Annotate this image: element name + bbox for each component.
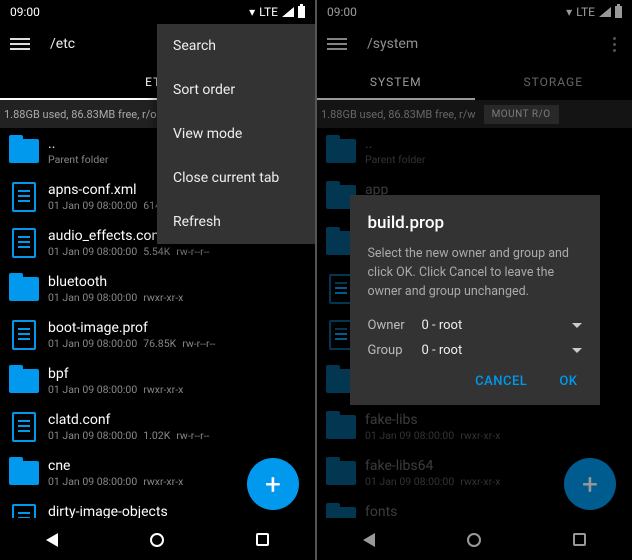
file-name: dirty-image-objects <box>48 504 215 518</box>
status-bar: 09:00 ▾ LTE <box>0 0 315 24</box>
phone-left: 09:00 ▾ LTE /etc ETC 1.88GB used, 86.83M… <box>0 0 315 560</box>
chevron-down-icon <box>572 323 582 328</box>
file-name: cne <box>48 458 189 475</box>
folder-icon <box>9 277 39 301</box>
file-meta: 01 Jan 09 08:00:00rwxr-xr-x <box>48 475 189 488</box>
file-icon <box>12 504 36 518</box>
list-item[interactable]: bluetooth01 Jan 09 08:00:00rwxr-xr-x <box>0 266 315 312</box>
group-label: Group <box>368 343 422 358</box>
file-name: bluetooth <box>48 274 189 291</box>
file-meta: 01 Jan 09 08:00:0076.85Krw-r--r-- <box>48 337 221 350</box>
menu-item[interactable]: Search <box>157 24 315 68</box>
battery-icon <box>298 6 305 18</box>
owner-dialog: build.prop Select the new owner and grou… <box>350 195 600 404</box>
file-meta: 01 Jan 09 08:00:00rwxr-xr-x <box>48 291 189 304</box>
file-name: boot-image.prof <box>48 320 221 337</box>
overflow-menu: SearchSort orderView modeClose current t… <box>157 24 315 244</box>
file-icon <box>12 320 36 350</box>
group-row[interactable]: Group 0 - root <box>368 343 582 358</box>
menu-item[interactable]: Sort order <box>157 68 315 112</box>
file-meta: 01 Jan 09 08:00:00rwxr-xr-x <box>48 383 189 396</box>
dialog-message: Select the new owner and group and click… <box>368 245 582 301</box>
list-item[interactable]: boot-image.prof01 Jan 09 08:00:0076.85Kr… <box>0 312 315 358</box>
wifi-icon: ▾ <box>249 5 255 19</box>
menu-icon[interactable] <box>10 38 30 50</box>
menu-item[interactable]: Refresh <box>157 200 315 244</box>
dialog-actions: CANCEL OK <box>368 368 582 395</box>
file-name: clatd.conf <box>48 412 215 429</box>
file-icon <box>12 412 36 442</box>
folder-icon <box>9 461 39 485</box>
clock: 09:00 <box>10 5 40 19</box>
menu-item[interactable]: Close current tab <box>157 156 315 200</box>
owner-row[interactable]: Owner 0 - root <box>368 318 582 333</box>
nav-recent-icon[interactable] <box>256 533 269 546</box>
owner-value: 0 - root <box>422 318 572 333</box>
chevron-down-icon <box>572 348 582 353</box>
nav-home-icon[interactable] <box>150 533 164 547</box>
owner-label: Owner <box>368 318 422 333</box>
file-name: .. <box>48 136 108 153</box>
phone-right: 09:00 ▾ LTE /system SYSTEM STORAGE 1.88G… <box>317 0 632 560</box>
ok-button[interactable]: OK <box>555 368 581 395</box>
lte-label: LTE <box>259 5 278 19</box>
menu-item[interactable]: View mode <box>157 112 315 156</box>
file-meta: 01 Jan 09 08:00:005.54Krw-r--r-- <box>48 245 215 258</box>
status-icons: ▾ LTE <box>249 5 305 19</box>
nav-bar <box>0 518 315 560</box>
file-icon <box>12 182 36 212</box>
dialog-title: build.prop <box>368 213 582 233</box>
nav-back-icon[interactable] <box>46 533 58 547</box>
group-value: 0 - root <box>422 343 572 358</box>
folder-icon <box>9 139 39 163</box>
dialog-scrim[interactable]: build.prop Select the new owner and grou… <box>317 0 632 560</box>
file-icon <box>12 228 36 258</box>
file-meta: 01 Jan 09 08:00:001.02Krw-r--r-- <box>48 429 215 442</box>
list-item[interactable]: clatd.conf01 Jan 09 08:00:001.02Krw-r--r… <box>0 404 315 450</box>
file-name: bpf <box>48 366 189 383</box>
fab-add[interactable]: + <box>247 458 299 510</box>
list-item[interactable]: bpf01 Jan 09 08:00:00rwxr-xr-x <box>0 358 315 404</box>
signal-icon <box>282 7 294 17</box>
file-meta: Parent folder <box>48 153 108 166</box>
folder-icon <box>9 369 39 393</box>
cancel-button[interactable]: CANCEL <box>471 368 531 395</box>
